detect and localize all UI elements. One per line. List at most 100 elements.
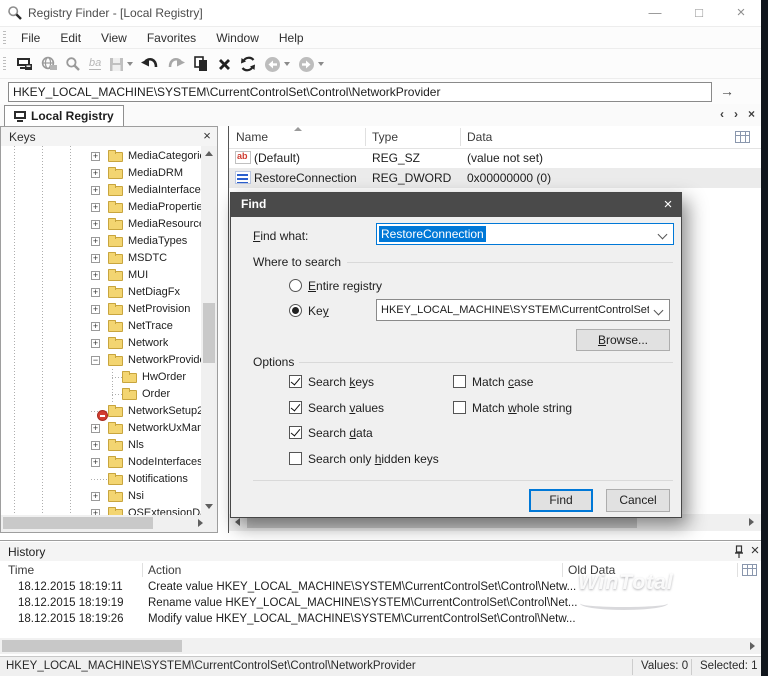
tree-expander-icon[interactable]: + [91,441,100,450]
checkbox-match-whole-string[interactable] [453,401,466,414]
rename-icon[interactable]: ba [85,52,105,76]
minimize-button[interactable]: — [640,4,670,22]
connect-remote-registry-icon[interactable] [37,52,61,76]
menu-favorites[interactable]: Favorites [137,28,206,48]
column-options-icon[interactable] [742,564,757,576]
column-name[interactable]: Name [236,130,268,144]
save-icon[interactable] [105,52,137,76]
column-action[interactable]: Action [148,563,181,577]
tree-item-Notifications[interactable]: Notifications [1,471,201,488]
copy-icon[interactable] [189,52,213,76]
checkbox-search-data[interactable] [289,426,302,439]
scrollbar-thumb[interactable] [203,303,215,363]
key-radio[interactable] [289,304,302,317]
history-row[interactable]: 18.12.2015 18:19:26 Modify value HKEY_LO… [0,612,761,628]
tree-expander-icon[interactable]: + [91,492,100,501]
maximize-button[interactable]: □ [684,4,714,22]
tree-item-MediaResource[interactable]: +MediaResource [1,216,201,233]
back-icon[interactable] [260,52,294,76]
tree-item-Nsi[interactable]: +Nsi [1,488,201,505]
address-input[interactable] [8,82,712,102]
redo-icon[interactable] [163,52,189,76]
scroll-down-icon[interactable] [205,504,213,509]
key-radio-label[interactable]: Key [308,304,329,318]
checkbox-search-only-hidden-keys[interactable] [289,452,302,465]
scroll-right-icon[interactable] [749,518,754,526]
refresh-icon[interactable] [236,52,260,76]
history-row[interactable]: 18.12.2015 18:19:19 Rename value HKEY_LO… [0,596,761,612]
tree-item-NetProvision[interactable]: +NetProvision [1,301,201,318]
column-data[interactable]: Data [467,130,492,144]
tree-expander-icon[interactable]: + [91,220,100,229]
checkbox-match-case[interactable] [453,375,466,388]
entire-registry-label[interactable]: Entire registry [308,279,382,293]
chevron-down-icon[interactable] [658,230,668,240]
find-icon[interactable] [61,52,85,76]
tree-item-MediaDRM[interactable]: +MediaDRM [1,165,201,182]
tree-item-Order[interactable]: Order [1,386,201,403]
value-row[interactable]: (Default) REG_SZ (value not set) [229,148,761,168]
tree-item-MSDTC[interactable]: +MSDTC [1,250,201,267]
menu-edit[interactable]: Edit [50,28,91,48]
tree-item-MediaInterface[interactable]: +MediaInterface [1,182,201,199]
save-dropdown-icon[interactable] [127,62,133,66]
tree-item-MediaCategorie[interactable]: +MediaCategorie [1,148,201,165]
find-dialog-close-icon[interactable]: × [657,195,679,215]
tree-item-NetworkSetup2[interactable]: NetworkSetup2 [1,403,201,420]
column-old-data[interactable]: Old Data [568,563,615,577]
forward-icon[interactable] [294,52,328,76]
menu-window[interactable]: Window [206,28,269,48]
tree-expander-icon[interactable]: + [91,305,100,314]
scrollbar-thumb[interactable] [3,517,153,529]
tab-scroll-left-icon[interactable]: ‹ [720,107,724,121]
tree-vertical-scrollbar[interactable] [201,146,217,515]
column-type[interactable]: Type [372,130,398,144]
tree-expander-icon[interactable]: − [91,356,100,365]
key-combobox[interactable]: HKEY_LOCAL_MACHINE\SYSTEM\CurrentControl… [376,299,670,321]
find-what-combobox[interactable]: RestoreConnection [376,223,674,245]
menu-view[interactable]: View [91,28,137,48]
tree-item-NetTrace[interactable]: +NetTrace [1,318,201,335]
scrollbar-thumb[interactable] [2,640,182,652]
tree-expander-icon[interactable]: + [91,458,100,467]
tree-expander-icon[interactable]: + [91,237,100,246]
keys-close-icon[interactable]: × [199,128,215,144]
tree-item-NetDiagFx[interactable]: +NetDiagFx [1,284,201,301]
tab-local-registry[interactable]: Local Registry [4,105,124,126]
column-time[interactable]: Time [8,563,34,577]
tree-expander-icon[interactable]: + [91,186,100,195]
find-dialog-titlebar[interactable]: Find × [231,193,681,217]
tree-expander-icon[interactable]: + [91,254,100,263]
tree-item-Nls[interactable]: +Nls [1,437,201,454]
tree-expander-icon[interactable]: + [91,322,100,331]
back-dropdown-icon[interactable] [284,62,290,66]
tree-expander-icon[interactable]: + [91,169,100,178]
checkbox-search-keys[interactable] [289,375,302,388]
tree-expander-icon[interactable]: + [91,152,100,161]
tree-item-NodeInterfaces[interactable]: +NodeInterfaces [1,454,201,471]
cancel-button[interactable]: Cancel [606,489,670,512]
tree-expander-icon[interactable]: + [91,288,100,297]
tree-item-NetworkProvide[interactable]: −NetworkProvide [1,352,201,369]
tree-item-HwOrder[interactable]: HwOrder [1,369,201,386]
tab-scroll-right-icon[interactable]: › [734,107,738,121]
tree-item-NetworkUxMan[interactable]: +NetworkUxMan [1,420,201,437]
column-options-icon[interactable] [735,131,750,143]
scroll-right-icon[interactable] [198,519,203,527]
delete-icon[interactable] [213,52,236,76]
forward-dropdown-icon[interactable] [318,62,324,66]
tree-expander-icon[interactable]: + [91,271,100,280]
checkbox-search-values[interactable] [289,401,302,414]
scroll-up-icon[interactable] [205,151,213,156]
tree-item-MediaTypes[interactable]: +MediaTypes [1,233,201,250]
browse-button[interactable]: Browse... [576,329,670,351]
tree-item-MUI[interactable]: +MUI [1,267,201,284]
menu-file[interactable]: File [11,28,50,48]
undo-icon[interactable] [137,52,163,76]
scroll-left-icon[interactable] [235,518,240,526]
tree-expander-icon[interactable]: + [91,424,100,433]
tree-expander-icon[interactable]: + [91,203,100,212]
tab-close-icon[interactable]: × [748,107,755,121]
scroll-right-icon[interactable] [750,642,755,650]
tree-item-Network[interactable]: +Network [1,335,201,352]
